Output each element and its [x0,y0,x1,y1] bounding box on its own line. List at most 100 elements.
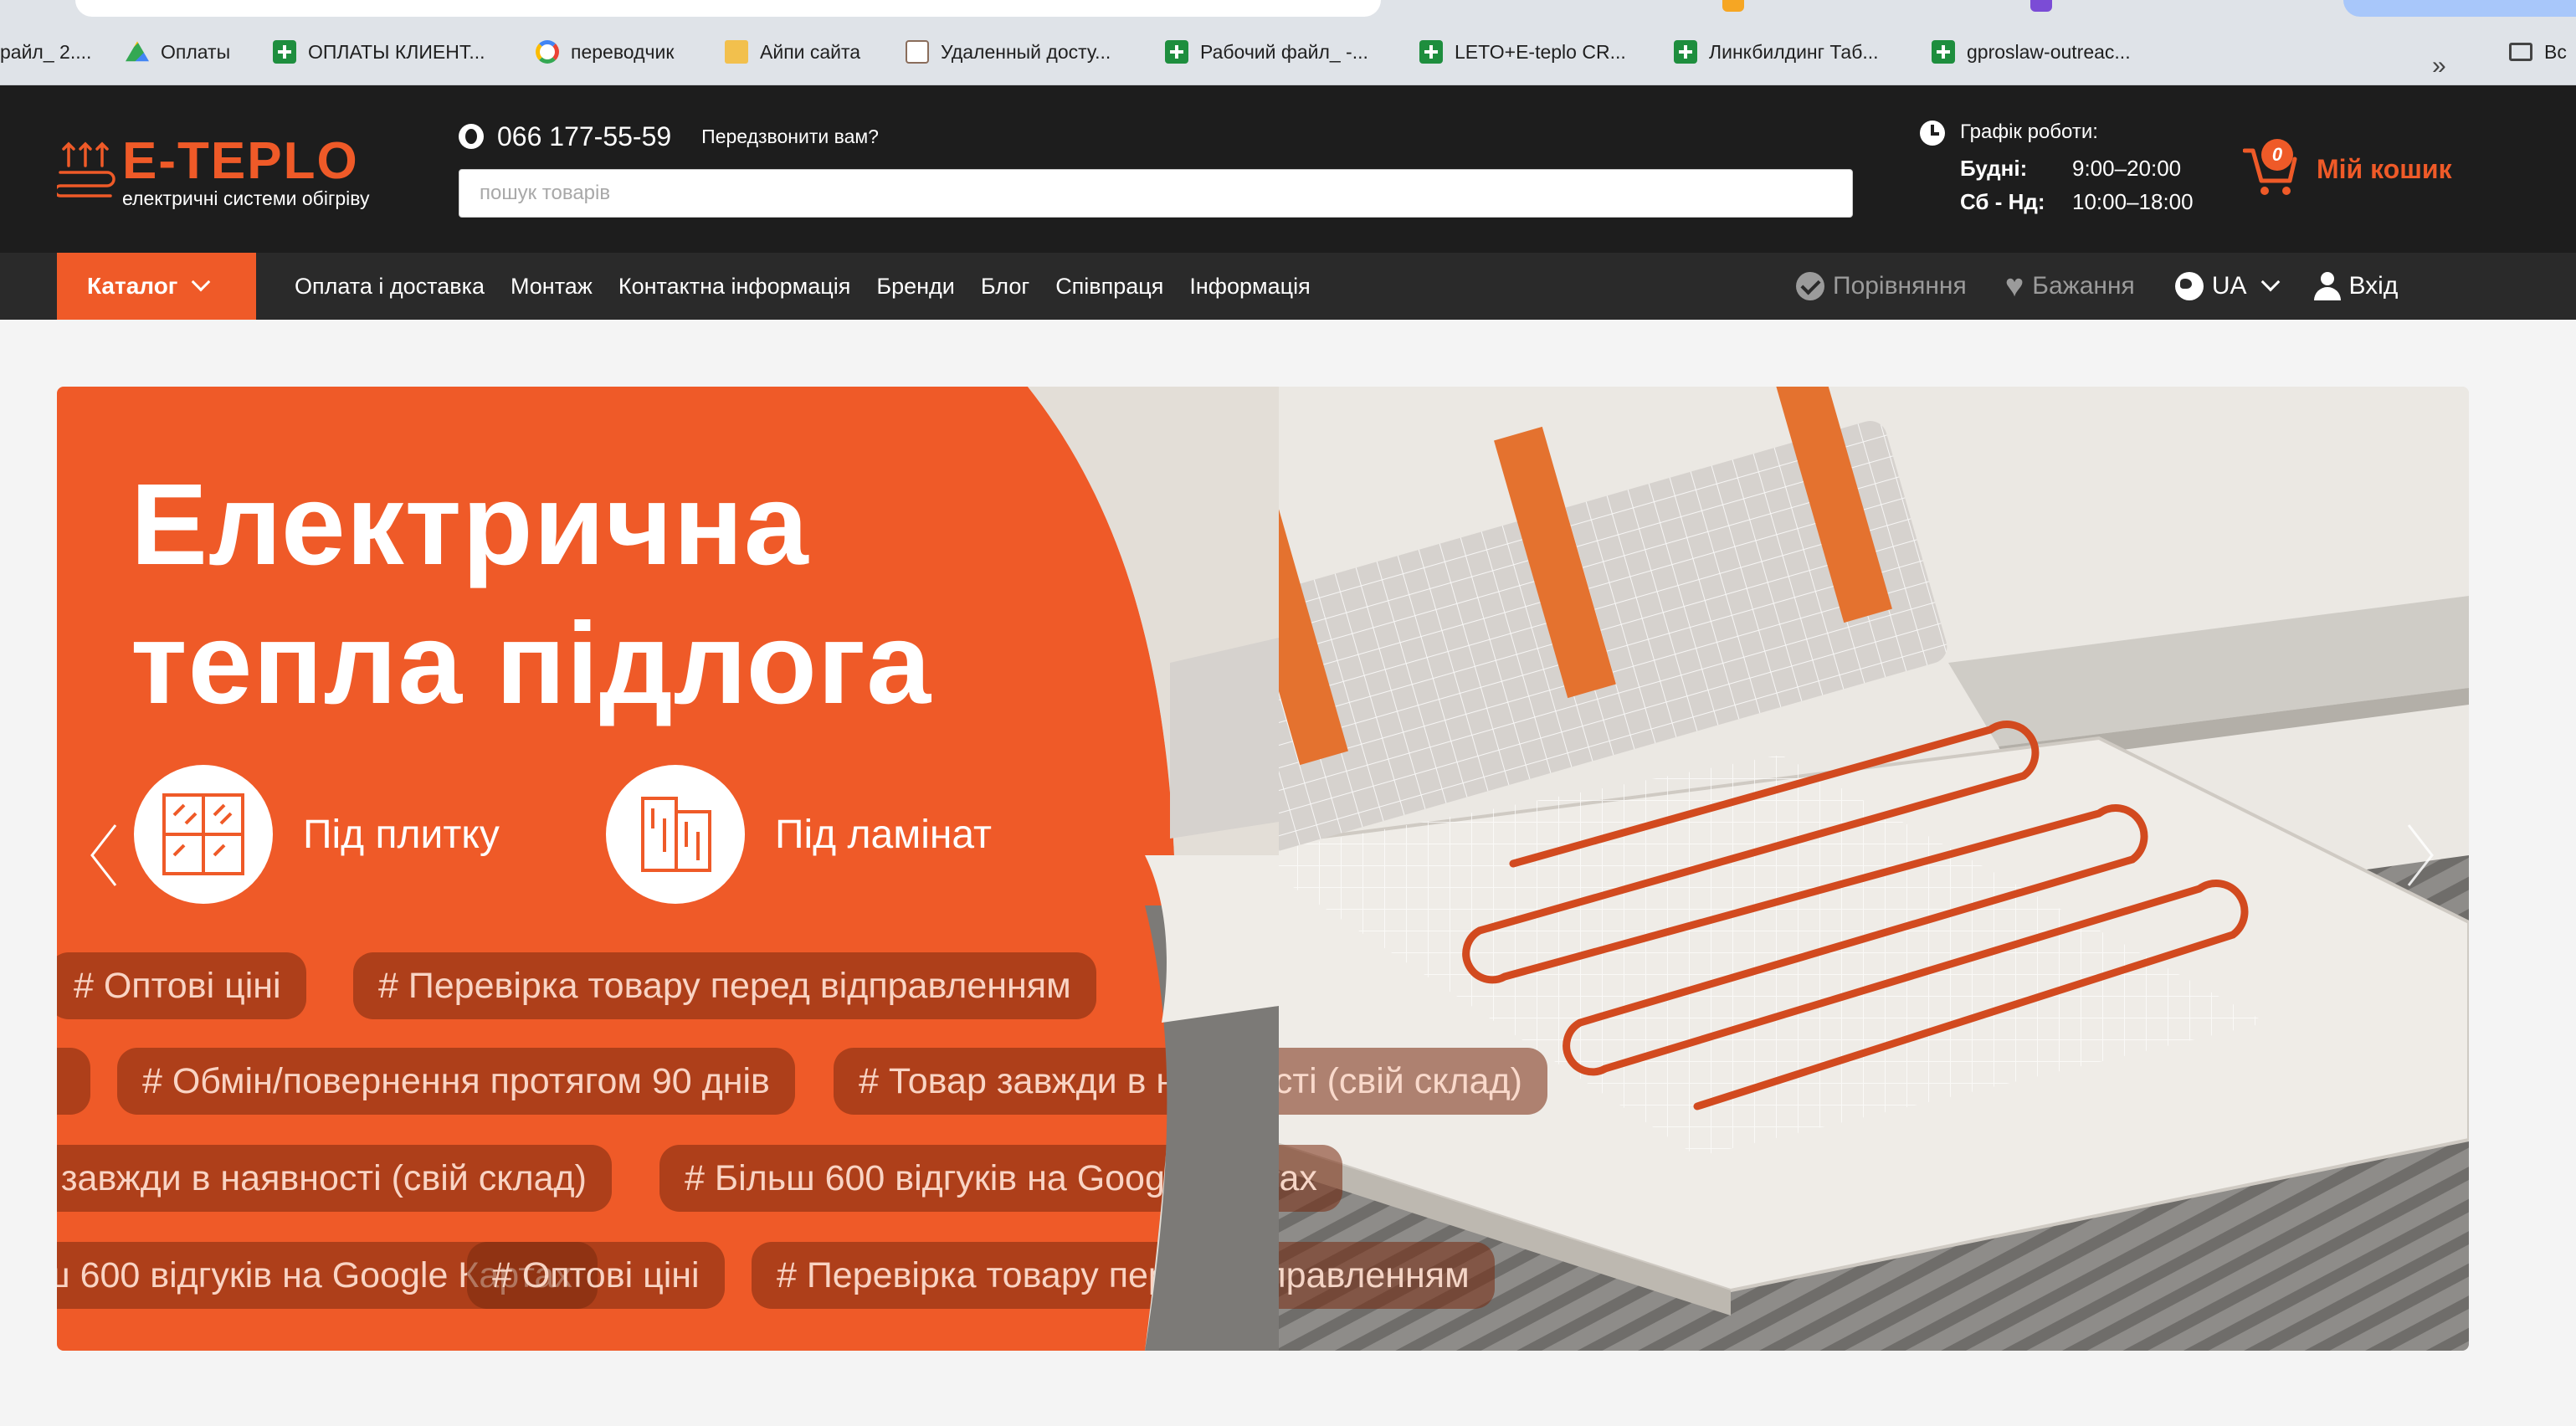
catalog-button[interactable]: Каталог [57,253,256,320]
bookmark-folder[interactable]: Вс [2509,35,2567,69]
cart-label: Мій кошик [2317,153,2452,184]
remote-icon [906,40,929,64]
compare-label: Порівняння [1833,272,1967,300]
bookmark-label: Удаленный досту... [941,40,1111,63]
bookmarks-overflow-button[interactable]: » [2432,52,2446,80]
heart-icon: ♥ [2004,269,2024,304]
nav-actions: Порівняння ♥ Бажання UA Вхід [1796,253,2398,320]
cart-icon: 0 [2242,139,2298,199]
language-selector[interactable]: UA [2174,272,2280,300]
ip-icon [725,40,748,64]
schedule-title: Графік роботи: [1960,121,2098,143]
bookmark-label: LETO+E-teplo CR... [1455,40,1626,63]
bookmark-item[interactable]: Удаленный досту... [906,35,1111,69]
sheet-icon [1419,40,1443,64]
language-label: UA [2211,272,2247,300]
promo-tag: # Оптові ціні [57,952,306,1019]
cart-button[interactable]: 0 Мій кошик [2242,136,2452,203]
bookmark-item[interactable]: Айпи сайта [725,35,860,69]
sheet-icon [1932,40,1955,64]
bookmark-label: переводчик [571,40,675,63]
bookmark-item[interactable]: gproslaw-outreac... [1932,35,2131,69]
extension-icon[interactable] [2030,0,2052,12]
weekend-label: Сб - Нд: [1960,189,2045,214]
logo-name: E-TEPLO [122,132,359,190]
bookmark-label: gproslaw-outreac... [1967,40,2131,63]
laminate-heating-icon [606,765,745,904]
feature-tile: Під плитку [134,765,500,904]
user-icon [2313,272,2341,300]
profile-button[interactable] [2343,0,2576,17]
nav-link-contacts[interactable]: Контактна інформація [618,274,850,300]
carousel-prev-arrow[interactable] [87,822,121,889]
main-nav: Каталог Оплата і доставка Монтаж Контакт… [0,253,2576,320]
nav-link-installation[interactable]: Монтаж [511,274,593,300]
bookmark-label: Рабочий файл_ -... [1200,40,1368,63]
nav-link-cooperation[interactable]: Співпраця [1055,274,1163,300]
feature-label-tile: Під плитку [303,812,500,857]
bookmarks-bar: райл_ 2.... Оплаты ОПЛАТЫ КЛИЕНТ... пере… [0,18,2576,85]
login-button[interactable]: Вхід [2313,272,2399,300]
clock-icon [1920,121,1945,146]
wishlist-button[interactable]: ♥ Бажання [2005,270,2135,302]
search-input[interactable] [459,169,1853,218]
promo-tag: # Товар завжди в наявності (свій склад) [57,1145,612,1212]
login-label: Вхід [2348,272,2399,300]
weekdays-hours: 9:00–20:00 [2072,156,2182,181]
cart-count-badge: 0 [2261,139,2293,171]
bookmark-item[interactable]: ОПЛАТЫ КЛИЕНТ... [273,35,485,69]
promo-tag [57,1048,90,1115]
sheet-icon [1165,40,1188,64]
bookmark-item[interactable]: Оплаты [126,35,230,69]
feature-label-laminate: Під ламінат [775,812,993,857]
tile-heating-icon [134,765,273,904]
bookmark-label: Оплаты [161,40,231,63]
site-header: E-TEPLO електричні системи обігріву 066 … [0,85,2576,253]
nav-link-blog[interactable]: Блог [981,274,1029,300]
hero-banner[interactable]: Електрична тепла підлога Під плитку Під … [57,387,2469,1351]
nav-link-payment-delivery[interactable]: Оплата і доставка [295,274,485,300]
logo[interactable]: E-TEPLO електричні системи обігріву [57,134,408,218]
bookmark-item[interactable]: Рабочий файл_ -... [1165,35,1368,69]
phone-block: 066 177-55-59 Передзвонити вам? [459,119,879,154]
schedule-weekdays: Будні: 9:00–20:00 [1960,156,2181,182]
phone-icon [459,124,484,149]
bookmark-item[interactable]: Линкбилдинг Таб... [1674,35,1879,69]
promo-tag: # Більш 600 відгуків на Google Картах [659,1145,1342,1212]
bookmark-label: Линкбилдинг Таб... [1709,40,1879,63]
chevron-down-icon [192,272,211,292]
google-icon [536,40,559,64]
chevron-down-icon [2260,272,2280,292]
extension-icon[interactable] [1722,0,1744,12]
browser-top-bar [0,0,2576,18]
feature-laminate: Під ламінат [606,765,992,904]
weekend-hours: 10:00–18:00 [2072,189,2194,214]
phone-number[interactable]: 066 177-55-59 [497,121,671,152]
carousel-next-arrow[interactable] [2404,822,2437,889]
compare-button[interactable]: Порівняння [1796,272,1967,300]
callback-link[interactable]: Передзвонити вам? [701,126,879,148]
promo-tag: # Обмін/повернення протягом 90 днів [117,1048,795,1115]
bookmark-item[interactable]: LETO+E-teplo CR... [1419,35,1626,69]
heating-waves-icon [57,141,115,197]
promo-tag: # Перевірка товару перед відправленням [353,952,1096,1019]
logo-tagline: електричні системи обігріву [122,187,370,209]
bookmark-label: Айпи сайта [760,40,861,63]
promo-tag: # Товар завжди в наявності (свій склад) [834,1048,1547,1115]
folder-icon [2509,43,2532,61]
nav-links: Оплата і доставка Монтаж Контактна інфор… [295,253,1311,320]
bookmark-item[interactable]: райл_ 2.... [0,35,91,69]
sheet-icon [1674,40,1697,64]
catalog-label: Каталог [87,273,178,299]
bookmark-item[interactable]: переводчик [536,35,674,69]
address-bar[interactable] [75,0,1381,17]
hero-title-line-2: тепла підлога [131,599,932,728]
globe-icon [2174,272,2204,300]
check-circle-icon [1796,272,1824,300]
bookmark-label: райл_ 2.... [0,40,92,63]
schedule-weekend: Сб - Нд: 10:00–18:00 [1960,189,2194,215]
nav-link-information[interactable]: Інформація [1189,274,1310,300]
drive-icon [126,41,149,62]
nav-link-brands[interactable]: Бренди [876,274,955,300]
hero-title-line-1: Електрична [131,460,809,589]
